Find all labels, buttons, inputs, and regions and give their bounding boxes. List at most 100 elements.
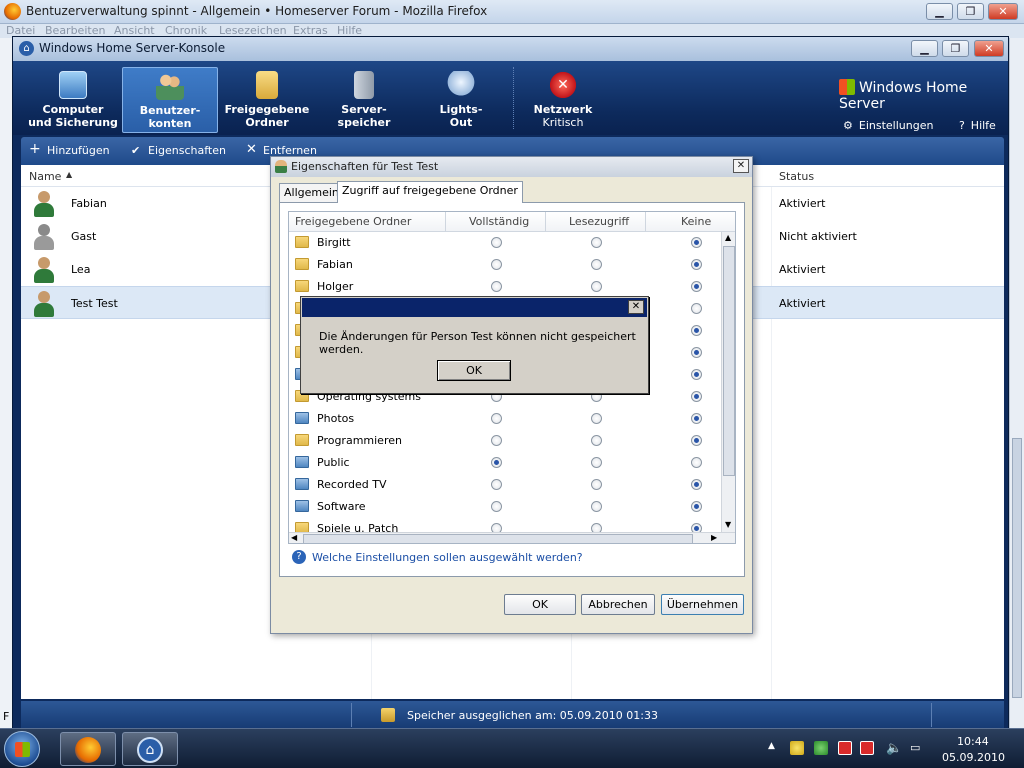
home-server-icon: ⌂ [137,737,163,763]
scroll-down-icon[interactable]: ▼ [725,520,731,529]
folder-row: Software [289,496,721,518]
grid-horizontal-scrollbar[interactable]: ◀ ▶ [289,532,735,543]
access-radio-none[interactable] [691,325,702,336]
access-radio-none[interactable] [691,523,702,532]
nav-lights-out[interactable]: Lights- Out [413,67,509,133]
remove-icon[interactable]: ✕ [246,142,257,157]
clock-time[interactable]: 10:44 [957,735,989,748]
col-full[interactable]: Vollständig [469,215,529,228]
firefox-maximize-button[interactable]: ❐ [957,3,984,20]
tab-allgemein[interactable]: Allgemein [279,183,344,203]
help-icon[interactable]: ? [959,119,965,132]
access-radio-none[interactable] [691,479,702,490]
grid-scroll-thumb[interactable] [723,246,735,476]
access-radio-read[interactable] [591,259,602,270]
access-radio-none[interactable] [691,435,702,446]
access-radio-none[interactable] [691,259,702,270]
taskbar-home-server-button[interactable]: ⌂ [122,732,178,766]
access-radio-none[interactable] [691,457,702,468]
access-radio-full[interactable] [491,413,502,424]
properties-apply-button[interactable]: Übernehmen [661,594,744,615]
message-box-close-button[interactable]: ✕ [628,300,644,314]
tray-power-icon[interactable]: ▭ [910,741,924,755]
scroll-up-icon[interactable]: ▲ [725,233,731,242]
access-radio-read[interactable] [591,435,602,446]
col-read[interactable]: Lesezugriff [569,215,629,228]
folder-row: Recorded TV [289,474,721,496]
scrollbar-thumb[interactable] [1012,438,1022,698]
nav-shared-folders[interactable]: Freigegebene Ordner [219,67,315,133]
nav-network-critical[interactable]: ✕ Netzwerk Kritisch [515,67,611,133]
properties-ok-button[interactable]: OK [504,594,576,615]
settings-link[interactable]: Einstellungen [859,119,934,132]
folder-row: Public [289,452,721,474]
tray-home-server-alert-icon[interactable] [860,741,874,755]
access-radio-none[interactable] [691,369,702,380]
access-radio-read[interactable] [591,281,602,292]
access-radio-read[interactable] [591,501,602,512]
tray-sync-icon[interactable] [814,741,828,755]
folder-row: Photos [289,408,721,430]
col-none[interactable]: Keine [681,215,711,228]
access-radio-full[interactable] [491,237,502,248]
tray-volume-icon[interactable]: 🔈 [886,741,902,756]
message-ok-button[interactable]: OK [437,360,511,381]
firefox-close-button[interactable]: ✕ [988,3,1018,20]
nav-server-storage[interactable]: Server- speicher [316,67,412,133]
firefox-vertical-scrollbar[interactable] [1009,38,1024,728]
whs-minimize-button[interactable]: ▁ [911,40,938,57]
access-radio-full[interactable] [491,259,502,270]
properties-button[interactable]: Eigenschaften [148,144,226,157]
tray-expand-icon[interactable]: ▲ [768,741,782,755]
scroll-right-icon[interactable]: ▶ [711,533,717,542]
access-radio-read[interactable] [591,413,602,424]
tray-alert-icon[interactable] [838,741,852,755]
access-radio-read[interactable] [591,523,602,532]
access-radio-read[interactable] [591,237,602,248]
nav-user-accounts[interactable]: Benutzer- konten [122,67,218,133]
gear-icon[interactable]: ⚙ [843,119,853,132]
network-critical-icon: ✕ [549,71,577,99]
properties-close-button[interactable]: ✕ [733,159,749,173]
access-radio-none[interactable] [691,501,702,512]
column-status[interactable]: Status [779,170,814,183]
column-name[interactable]: Name [29,170,61,183]
access-radio-full[interactable] [491,501,502,512]
help-settings-link[interactable]: Welche Einstellungen sollen ausgewählt w… [312,551,583,564]
access-radio-read[interactable] [591,457,602,468]
access-radio-full[interactable] [491,457,502,468]
taskbar-firefox-button[interactable] [60,732,116,766]
add-user-button[interactable]: Hinzufügen [47,144,110,157]
plus-icon[interactable]: + [29,141,41,157]
firefox-window-title: Bentuzerverwaltung spinnt - Allgemein • … [26,4,488,18]
access-radio-full[interactable] [491,281,502,292]
access-radio-full[interactable] [491,479,502,490]
access-radio-none[interactable] [691,281,702,292]
scroll-left-icon[interactable]: ◀ [291,533,297,542]
access-radio-none[interactable] [691,347,702,358]
whs-close-button[interactable]: ✕ [974,40,1004,57]
checkmark-icon[interactable]: ✔ [131,144,140,157]
clock-date[interactable]: 05.09.2010 [942,751,1005,764]
access-radio-none[interactable] [691,237,702,248]
col-shared-folders[interactable]: Freigegebene Ordner [295,215,411,228]
nav-computer-backup[interactable]: Computer und Sicherung [25,67,121,133]
tray-network-icon[interactable] [790,741,804,755]
access-radio-full[interactable] [491,435,502,446]
access-radio-none[interactable] [691,413,702,424]
access-radio-none[interactable] [691,303,702,314]
properties-cancel-button[interactable]: Abbrechen [581,594,655,615]
access-radio-full[interactable] [491,523,502,532]
access-radio-none[interactable] [691,391,702,402]
access-radio-read[interactable] [591,479,602,490]
storage-balanced-text: Speicher ausgeglichen am: 05.09.2010 01:… [407,709,658,722]
user-status: Aktiviert [779,197,826,210]
whs-maximize-button[interactable]: ❐ [942,40,969,57]
help-link[interactable]: Hilfe [971,119,996,132]
tab-shared-folder-access[interactable]: Zugriff auf freigegebene Ordner [337,181,523,203]
start-button[interactable] [4,731,40,767]
firefox-minimize-button[interactable]: ▁ [926,3,953,20]
statusbar-separator [931,703,932,727]
grid-vertical-scrollbar[interactable]: ▲ ▼ [721,232,735,532]
grid-hscroll-thumb[interactable] [303,534,693,543]
